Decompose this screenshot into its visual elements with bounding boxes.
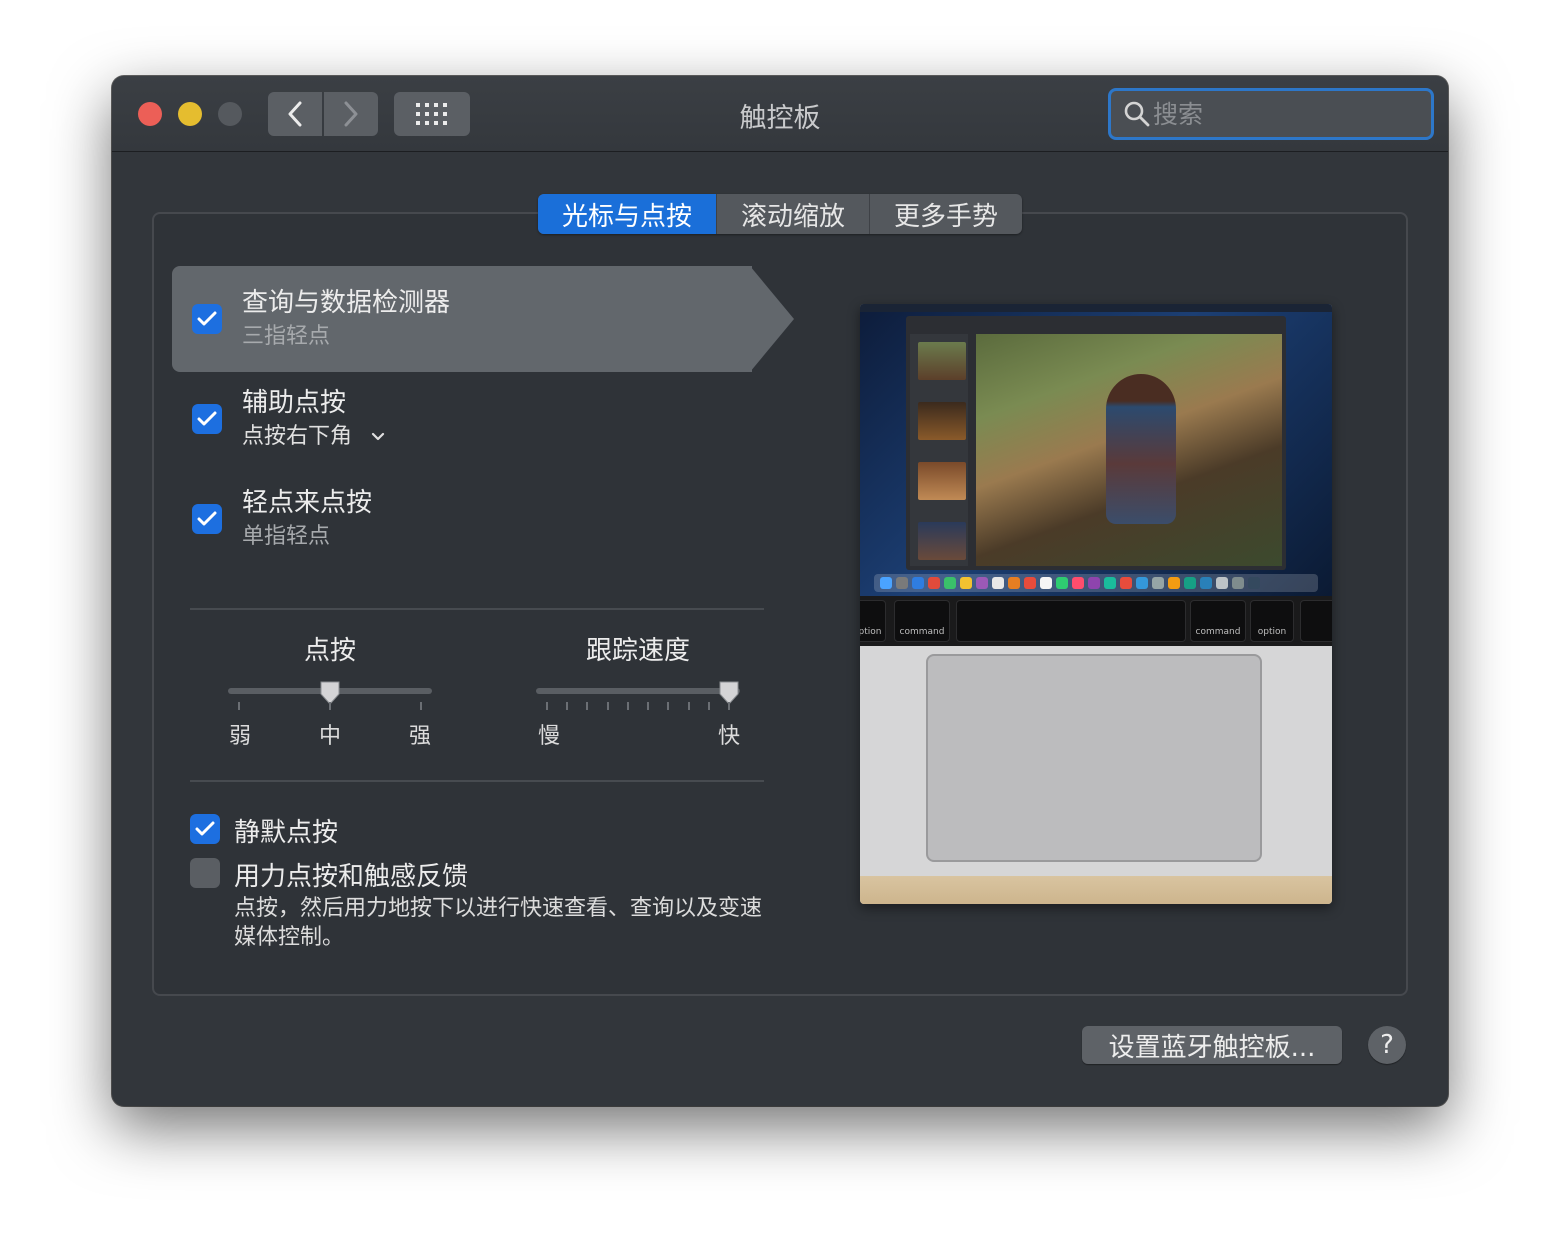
tap-to-click-checkbox[interactable] [192,504,222,534]
selection-arrow [750,266,794,372]
checkmark-icon [197,411,217,426]
slider-label-medium: 中 [319,724,342,749]
preview-thumbnail [918,402,966,440]
option-title: 轻点来点按 [242,488,373,518]
secondary-click-checkbox[interactable] [192,404,222,434]
preferences-window: 触控板 光标与点按 滚动缩放 更多手势 查询与数据检测器 三指轻点 辅助点按 点… [112,76,1448,1106]
preview-thumbnail [918,462,966,500]
title-bar: 触控板 [112,76,1448,152]
preview-photo [976,334,1282,566]
preview-screen [860,304,1332,596]
click-slider-title: 点按 [303,636,356,666]
checkmark-icon [197,511,217,526]
search-icon [1124,101,1150,127]
chevron-down-icon [371,432,385,441]
preview-app-window [906,316,1286,570]
gesture-preview-video: ption command command option [860,304,1332,904]
help-button[interactable]: ? [1368,1026,1406,1064]
preview-thumbnail [918,522,966,560]
preview-key-option: ption [860,600,886,642]
search-field[interactable] [1108,88,1434,140]
option-subtitle: 三指轻点 [242,324,331,349]
tracking-slider-track[interactable] [536,688,740,694]
force-click-description: 点按，然后用力地按下以进行快速查看、查询以及变速媒体控制。 [234,896,763,950]
slider-tick [728,702,730,710]
slider-tick [566,702,569,710]
preview-key-command: command [894,600,950,642]
silent-click-checkbox[interactable] [190,814,220,844]
slider-label-fast: 快 [718,724,741,749]
slider-tick [586,702,589,710]
tab-point-and-click[interactable]: 光标与点按 [538,194,718,234]
preview-touch-bar: ption command command option [860,596,1332,646]
checkmark-icon [197,311,217,326]
divider [190,608,764,610]
divider [190,780,764,782]
slider-tick [667,702,670,710]
tracking-slider-title: 跟踪速度 [585,636,690,666]
slider-tick [606,702,609,710]
checkmark-icon [195,821,215,836]
preview-sidebar [910,334,968,566]
option-subtitle: 单指轻点 [242,524,331,549]
slider-tick [707,702,710,710]
slider-tick [626,702,629,710]
dropdown-value: 点按右下角 [242,424,353,449]
slider-tick [329,702,331,710]
preview-key-arrow [1300,600,1332,642]
preview-key-command: command [1190,600,1246,642]
tab-more-gestures[interactable]: 更多手势 [870,194,1022,234]
option-title: 辅助点按 [242,388,347,418]
silent-click-label: 静默点按 [234,818,339,848]
preview-dock [874,574,1318,592]
force-click-label: 用力点按和触感反馈 [234,862,469,892]
slider-label-weak: 弱 [229,724,252,749]
preview-trackpad [926,654,1262,862]
secondary-click-dropdown[interactable]: 点按右下角 [242,418,385,450]
preview-key-option: option [1250,600,1294,642]
slider-tick [546,702,548,710]
tab-bar: 光标与点按 滚动缩放 更多手势 [538,194,1023,234]
tab-scroll-and-zoom[interactable]: 滚动缩放 [717,194,871,234]
slider-tick [687,702,690,710]
lookup-checkbox[interactable] [192,304,222,334]
preview-person-figure [1106,374,1176,524]
slider-tick [647,702,650,710]
slider-tick [420,702,422,710]
option-title: 查询与数据检测器 [242,288,451,318]
force-click-checkbox[interactable] [190,858,220,888]
slider-label-slow: 慢 [538,724,561,749]
slider-label-strong: 强 [409,724,432,749]
setup-bluetooth-trackpad-button[interactable]: 设置蓝牙触控板... [1082,1026,1342,1064]
preview-thumbnail [918,342,966,380]
preview-menubar [860,304,1332,312]
search-input[interactable] [1153,99,1413,129]
preview-desk [860,876,1332,904]
slider-tick [238,702,240,710]
option-row-tap-to-click[interactable]: 轻点来点按 单指轻点 [172,466,792,572]
option-row-lookup[interactable]: 查询与数据检测器 三指轻点 [172,266,794,372]
option-row-secondary-click[interactable]: 辅助点按 点按右下角 [172,366,792,472]
preview-key-space [956,600,1186,642]
